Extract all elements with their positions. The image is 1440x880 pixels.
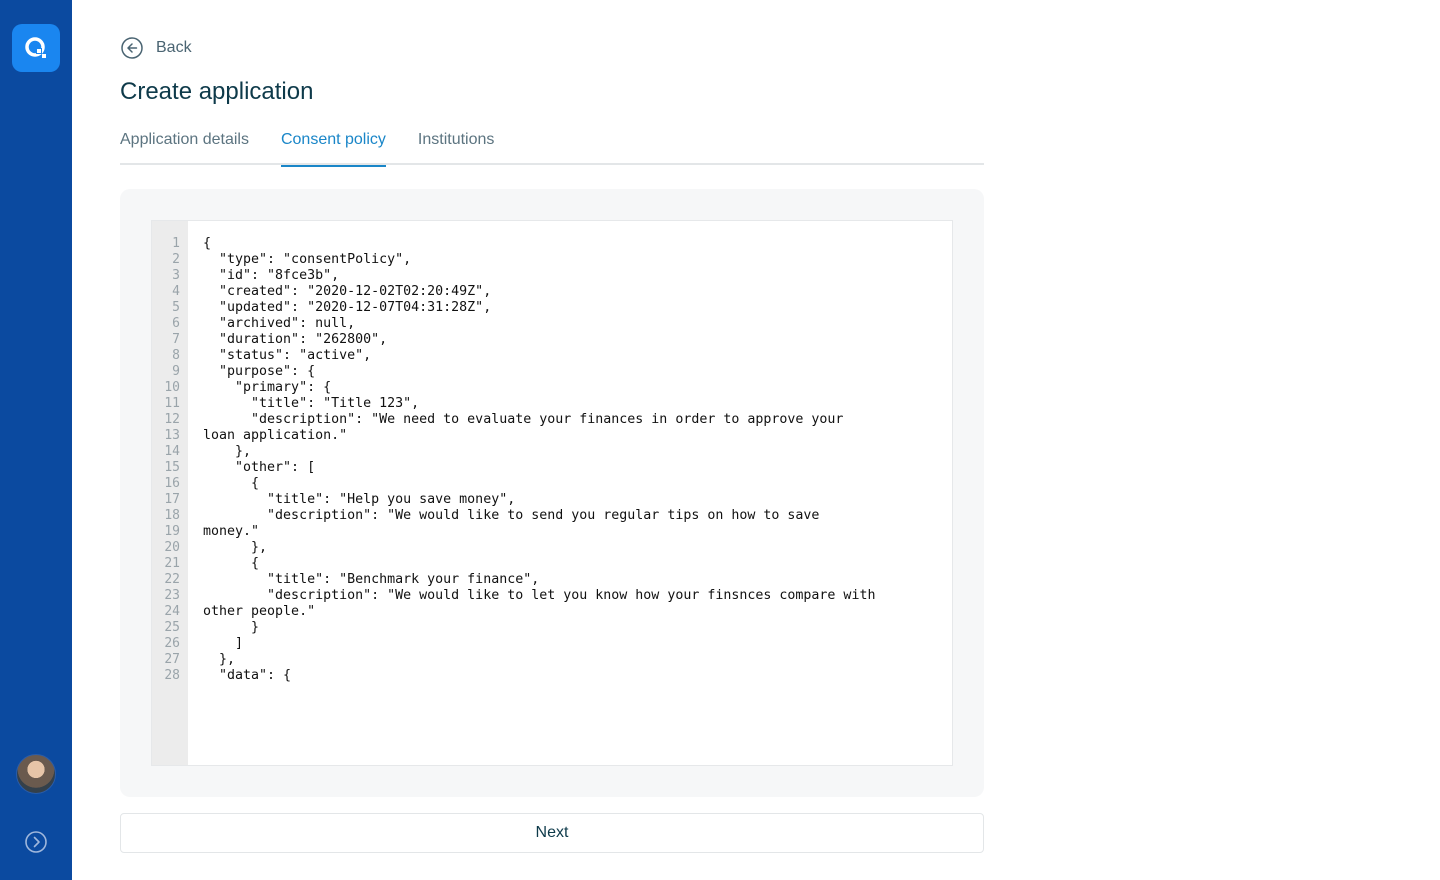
line-number: 24 [164, 604, 180, 619]
line-number: 20 [164, 540, 180, 555]
tab-consent-policy[interactable]: Consent policy [280, 128, 386, 167]
code-line: "other": [ [203, 460, 316, 475]
tab-bar: Application details Consent policy Insti… [120, 128, 984, 167]
code-line: "duration": "262800", [203, 332, 388, 347]
code-line: { [203, 556, 260, 571]
line-number: 28 [164, 668, 180, 683]
line-number: 12 [164, 412, 180, 427]
code-line: "created": "2020-12-02T02:20:49Z", [203, 284, 492, 299]
code-line: "purpose": { [203, 364, 316, 379]
line-number: 13 [164, 428, 180, 443]
line-number: 21 [164, 556, 180, 571]
arrow-left-circle-icon [121, 37, 143, 59]
line-number-gutter: 1 2 3 4 5 6 7 8 9 10 11 12 13 14 15 16 17 18 19 20 21 22 23 24 2… [152, 221, 188, 765]
back-link[interactable]: Back [120, 36, 192, 60]
code-line: }, [203, 652, 236, 667]
line-number: 16 [164, 476, 180, 491]
line-number: 6 [172, 316, 180, 331]
code-line: "primary": { [203, 380, 332, 395]
app-logo[interactable] [12, 24, 60, 72]
user-avatar[interactable] [16, 754, 56, 794]
expand-sidebar-button[interactable] [24, 830, 48, 854]
line-number: 18 [164, 508, 180, 523]
code-line: }, [203, 444, 252, 459]
line-number: 23 [164, 588, 180, 603]
logo-icon [25, 37, 46, 58]
code-line: money." [203, 524, 260, 539]
line-number: 4 [172, 284, 180, 299]
next-button[interactable]: Next [120, 813, 984, 853]
code-line: "data": { [203, 668, 292, 683]
code-line: "updated": "2020-12-07T04:31:28Z", [203, 300, 492, 315]
code-line: "status": "active", [203, 348, 372, 363]
line-number: 25 [164, 620, 180, 635]
line-number: 8 [172, 348, 180, 363]
line-number: 9 [172, 364, 180, 379]
line-number: 27 [164, 652, 180, 667]
json-editor[interactable]: 1 2 3 4 5 6 7 8 9 10 11 12 13 14 15 16 17 18 19 20 21 22 23 24 2… [151, 220, 953, 766]
code-line: }, [203, 540, 268, 555]
code-line: ] [203, 636, 244, 651]
back-label: Back [156, 39, 192, 56]
code-line: "type": "consentPolicy", [203, 252, 412, 267]
code-line: "description": "We need to evaluate your… [203, 412, 844, 427]
code-line: "title": "Title 123", [203, 396, 420, 411]
line-number: 3 [172, 268, 180, 283]
line-number: 7 [172, 332, 180, 347]
line-number: 17 [164, 492, 180, 507]
sidebar [0, 0, 72, 880]
code-line: "description": "We would like to send yo… [203, 508, 820, 523]
code-line: { [203, 476, 260, 491]
code-line: other people." [203, 604, 316, 619]
code-line: } [203, 620, 260, 635]
line-number: 14 [164, 444, 180, 459]
line-number: 1 [172, 236, 180, 251]
line-number: 10 [164, 380, 180, 395]
tab-institutions[interactable]: Institutions [418, 128, 494, 165]
code-line: loan application." [203, 428, 348, 443]
line-number: 2 [172, 252, 180, 267]
code-line: "description": "We would like to let you… [203, 588, 876, 603]
line-number: 15 [164, 460, 180, 475]
consent-policy-panel: 1 2 3 4 5 6 7 8 9 10 11 12 13 14 15 16 17 18 19 20 21 22 23 24 2… [120, 189, 984, 797]
page-title: Create application [120, 78, 314, 105]
code-line: "archived": null, [203, 316, 356, 331]
code-line: "title": "Help you save money", [203, 492, 516, 507]
code-line: "id": "8fce3b", [203, 268, 340, 283]
chevron-right-circle-icon [25, 831, 47, 853]
line-number: 26 [164, 636, 180, 651]
code-area[interactable]: { "type": "consentPolicy", "id": "8fce3b… [188, 221, 875, 765]
line-number: 5 [172, 300, 180, 315]
line-number: 22 [164, 572, 180, 587]
line-number: 19 [164, 524, 180, 539]
code-line: "title": "Benchmark your finance", [203, 572, 540, 587]
code-line: { [203, 236, 212, 251]
line-number: 11 [164, 396, 180, 411]
tab-application-details[interactable]: Application details [120, 128, 249, 165]
